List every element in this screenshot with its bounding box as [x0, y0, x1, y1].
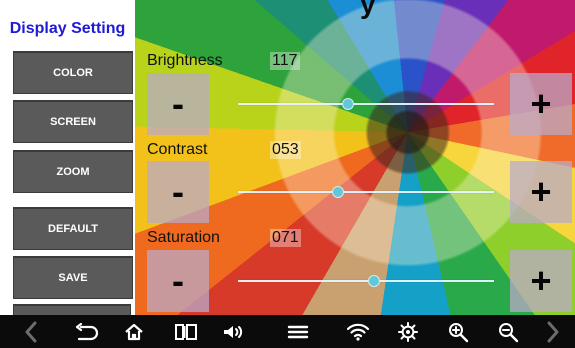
contrast-label: Contrast: [147, 141, 208, 158]
left-panel: Display Setting COLOR SCREEN ZOOM DEFAUL…: [0, 0, 135, 332]
default-button[interactable]: DEFAULT: [13, 207, 133, 250]
saturation-slider-track[interactable]: [238, 280, 494, 282]
plus-icon: +: [530, 83, 552, 124]
brightness-label: Brightness: [147, 52, 223, 69]
minus-icon: -: [172, 83, 184, 124]
saturation-label: Saturation: [147, 229, 220, 246]
panel-title: Display Setting: [9, 20, 126, 37]
contrast-decrease-button[interactable]: -: [147, 161, 209, 223]
brightness-value: 117: [270, 52, 300, 70]
navigation-bar: [0, 315, 575, 348]
contrast-value: 053: [270, 141, 301, 159]
home-icon[interactable]: [116, 315, 152, 348]
plus-icon: +: [530, 171, 552, 212]
contrast-slider-thumb[interactable]: [332, 186, 344, 198]
zoom-button[interactable]: ZOOM: [13, 150, 133, 193]
saturation-slider-thumb[interactable]: [368, 275, 380, 287]
recent-apps-icon[interactable]: [168, 315, 204, 348]
menu-icon[interactable]: [280, 315, 316, 348]
saturation-decrease-button[interactable]: -: [147, 250, 209, 312]
color-button[interactable]: COLOR: [13, 51, 133, 94]
zoom-in-icon[interactable]: [440, 315, 476, 348]
top-title-fragment: y: [360, 0, 376, 19]
plus-icon: +: [530, 260, 552, 301]
contrast-slider-track[interactable]: [238, 191, 494, 193]
volume-icon[interactable]: [216, 315, 252, 348]
chevron-left-icon[interactable]: [14, 315, 48, 348]
save-button[interactable]: SAVE: [13, 256, 133, 299]
minus-icon: -: [172, 171, 184, 212]
brightness-slider-thumb[interactable]: [342, 98, 354, 110]
contrast-increase-button[interactable]: +: [510, 161, 572, 223]
brightness-decrease-button[interactable]: -: [147, 73, 209, 135]
screen-button[interactable]: SCREEN: [13, 100, 133, 143]
wifi-icon[interactable]: [340, 315, 376, 348]
minus-icon: -: [172, 260, 184, 301]
back-icon[interactable]: [68, 315, 104, 348]
zoom-out-icon[interactable]: [490, 315, 526, 348]
saturation-increase-button[interactable]: +: [510, 250, 572, 312]
saturation-value: 071: [270, 229, 301, 247]
chevron-right-icon[interactable]: [536, 315, 570, 348]
brightness-slider-track[interactable]: [238, 103, 494, 105]
brightness-increase-button[interactable]: +: [510, 73, 572, 135]
settings-icon[interactable]: [390, 315, 426, 348]
